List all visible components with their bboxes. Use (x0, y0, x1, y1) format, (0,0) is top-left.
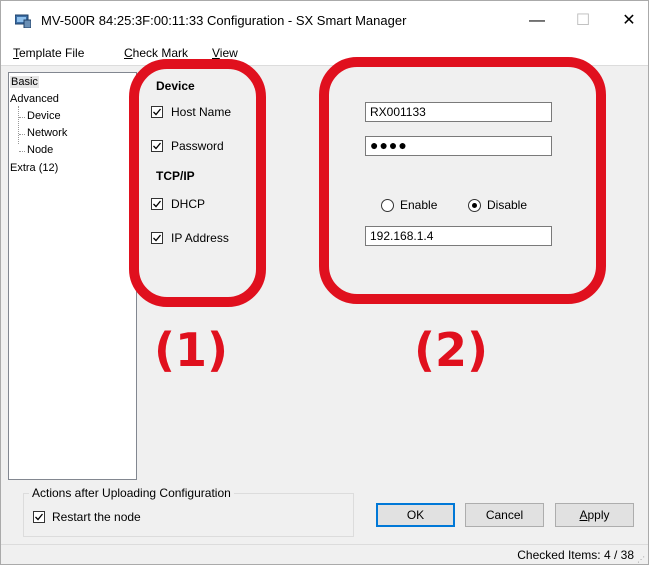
title-bar[interactable]: MV-500R 84:25:3F:00:11:33 Configuration … (1, 1, 648, 41)
tree-item-node[interactable]: Node (27, 144, 53, 156)
tree-item-basic[interactable]: Basic (10, 76, 39, 88)
check-icon (35, 513, 44, 521)
config-window: MV-500R 84:25:3F:00:11:33 Configuration … (0, 0, 649, 565)
ok-button[interactable]: OK (376, 503, 455, 527)
status-bar: Checked Items: 4 / 38 ⋰ (1, 544, 648, 566)
tree-connector (19, 134, 25, 135)
close-button[interactable]: ✕ (606, 7, 649, 35)
category-tree[interactable]: Basic Advanced Device Network Node Extra… (8, 72, 137, 480)
tree-item-device[interactable]: Device (27, 110, 61, 122)
tree-connector (19, 151, 25, 152)
apply-button[interactable]: Apply (555, 503, 634, 527)
tree-item-extra[interactable]: Extra (12) (10, 162, 58, 174)
cancel-button[interactable]: Cancel (465, 503, 544, 527)
minimize-button[interactable]: — (514, 7, 560, 35)
annotation-box-2 (319, 57, 606, 304)
resize-grip-icon[interactable]: ⋰ (637, 555, 645, 564)
menu-view[interactable]: View (212, 46, 238, 60)
tree-item-advanced[interactable]: Advanced (10, 93, 59, 105)
annotation-label-2: (2) (414, 323, 489, 377)
menu-check-mark[interactable]: Check Mark (124, 46, 188, 60)
restart-node-checkbox[interactable] (33, 511, 45, 523)
annotation-box-1 (129, 59, 266, 307)
tree-connector (18, 106, 19, 144)
actions-group-title: Actions after Uploading Configuration (29, 486, 234, 500)
restart-node-label: Restart the node (52, 510, 141, 524)
menu-template-file[interactable]: Template File (13, 46, 84, 60)
checked-items-status: Checked Items: 4 / 38 (517, 548, 634, 562)
annotation-label-1: (1) (154, 323, 229, 377)
tree-connector (19, 117, 25, 118)
window-title: MV-500R 84:25:3F:00:11:33 Configuration … (41, 13, 407, 28)
maximize-button[interactable]: ☐ (560, 7, 606, 35)
app-icon (15, 14, 31, 28)
tree-item-network[interactable]: Network (27, 127, 67, 139)
